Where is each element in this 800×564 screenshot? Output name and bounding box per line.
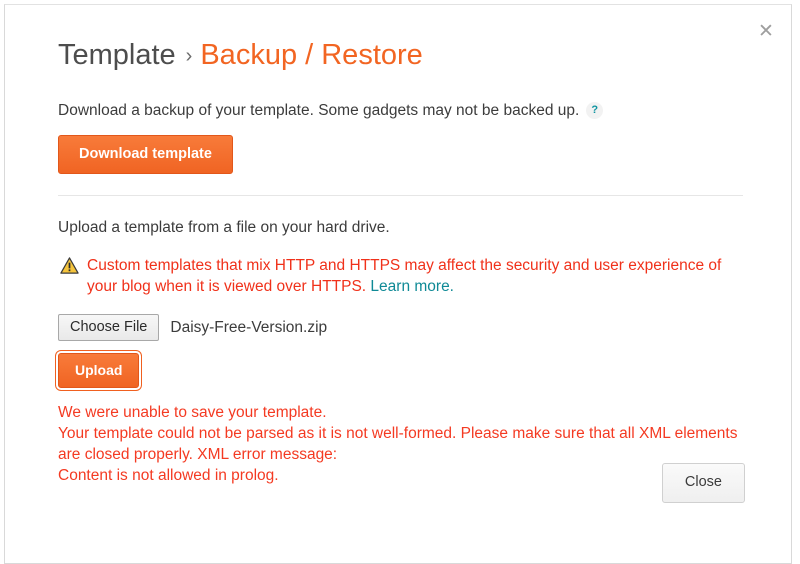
breadcrumb-item-backup-restore: Backup / Restore	[200, 39, 423, 71]
upload-description: Upload a template from a file on your ha…	[58, 219, 390, 236]
warning-triangle-icon	[60, 257, 79, 274]
help-icon[interactable]: ?	[586, 102, 604, 119]
breadcrumb: Template › Backup / Restore	[58, 5, 743, 75]
error-message: We were unable to save your template. Yo…	[58, 402, 743, 486]
learn-more-link[interactable]: Learn more.	[370, 278, 454, 295]
error-line-2: Your template could not be parsed as it …	[58, 425, 738, 463]
security-warning: Custom templates that mix HTTP and HTTPS…	[58, 255, 743, 297]
dialog-footer: Close	[661, 463, 745, 503]
file-upload-row: Choose File Daisy-Free-Version.zip	[58, 314, 743, 341]
error-line-1: We were unable to save your template.	[58, 404, 327, 421]
download-template-button[interactable]: Download template	[58, 135, 233, 174]
backup-restore-dialog: ✕ Template › Backup / Restore Download a b…	[4, 4, 792, 564]
upload-button[interactable]: Upload	[58, 353, 140, 388]
close-button[interactable]: Close	[661, 463, 745, 503]
download-description: Download a backup of your template. Some…	[58, 101, 743, 121]
dialog-body: Template › Backup / Restore Download a bac…	[5, 5, 791, 486]
selected-file-name: Daisy-Free-Version.zip	[170, 318, 328, 336]
section-divider	[58, 195, 743, 196]
error-line-3: Content is not allowed in prolog.	[58, 467, 279, 484]
download-description-text: Download a backup of your template. Some…	[58, 102, 580, 119]
breadcrumb-item-template[interactable]: Template	[58, 39, 176, 71]
security-warning-text: Custom templates that mix HTTP and HTTPS…	[87, 255, 727, 297]
choose-file-button[interactable]: Choose File	[58, 314, 160, 341]
close-icon[interactable]: ✕	[755, 21, 777, 43]
chevron-right-icon: ›	[185, 45, 193, 67]
